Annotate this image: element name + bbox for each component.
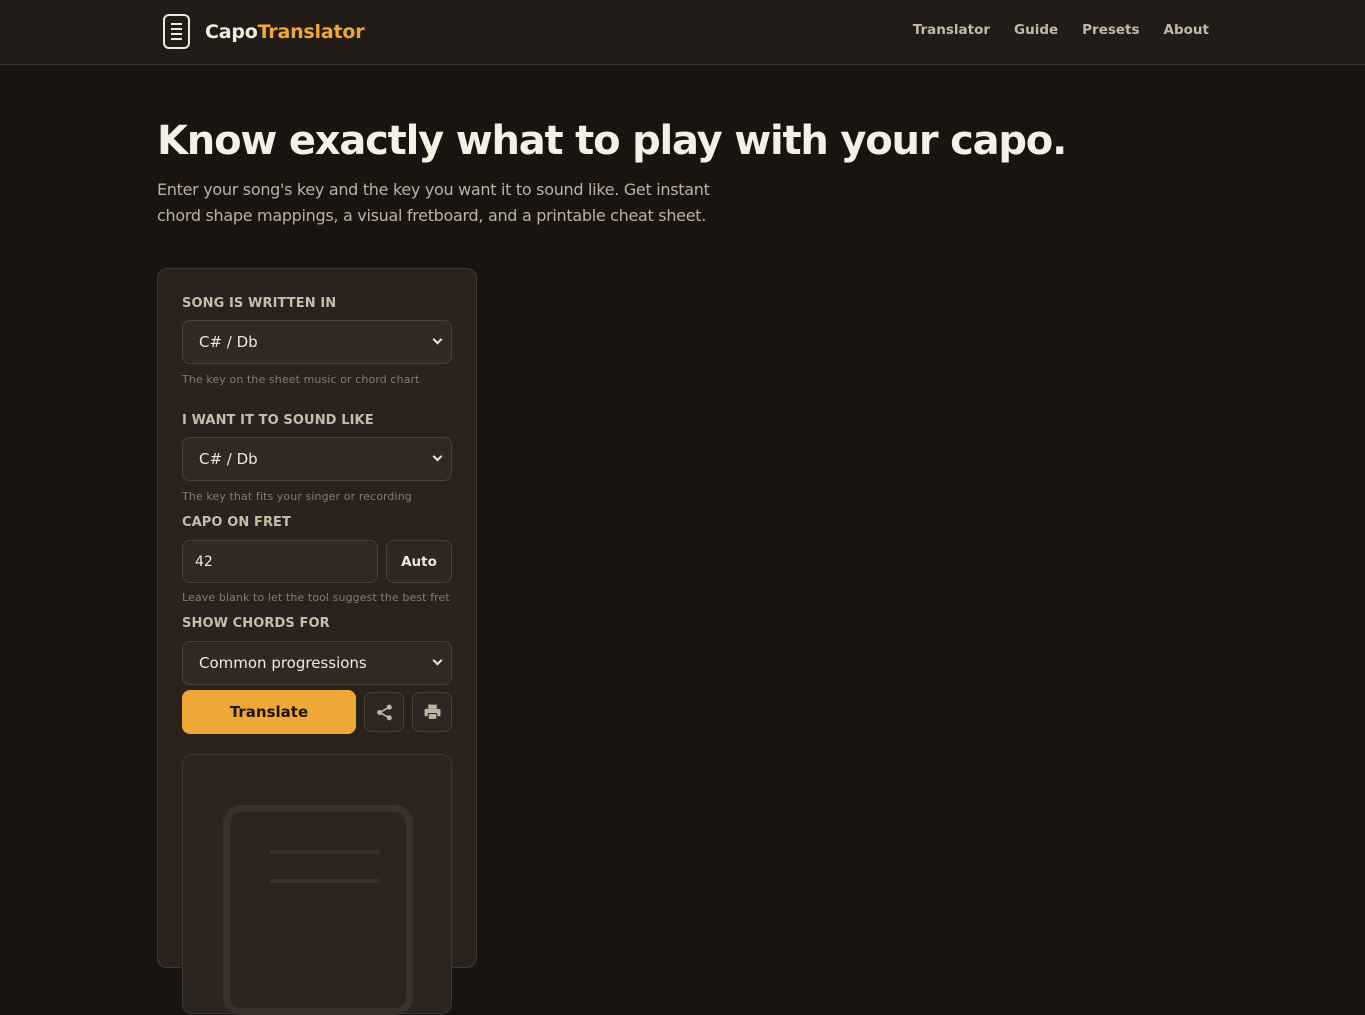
- document-placeholder-icon: [223, 805, 413, 1015]
- sound-key-label: I WANT IT TO SOUND LIKE: [182, 413, 374, 428]
- capo-fret-label: CAPO ON FRET: [182, 515, 292, 530]
- chevron-down-icon: [432, 451, 443, 462]
- brand-name: CapoTranslator: [205, 20, 365, 43]
- written-key-value: C# / Db: [199, 333, 258, 351]
- written-key-hint: The key on the sheet music or chord char…: [182, 373, 420, 386]
- nav-about-link[interactable]: About: [1164, 22, 1209, 38]
- brand-name-part1: Capo: [205, 20, 258, 43]
- written-key-select[interactable]: C# / Db: [182, 320, 452, 364]
- show-chords-select[interactable]: Common progressions: [182, 641, 452, 685]
- chevron-down-icon: [432, 334, 443, 345]
- sound-key-hint: The key that fits your singer or recordi…: [182, 490, 412, 503]
- brand-name-part2: Translator: [257, 20, 365, 43]
- nav-guide-link[interactable]: Guide: [1014, 22, 1058, 38]
- hero-subtitle: Enter your song's key and the key you wa…: [157, 180, 710, 225]
- translate-button[interactable]: Translate: [182, 690, 356, 734]
- nav-presets-link[interactable]: Presets: [1082, 22, 1139, 38]
- show-chords-label: SHOW CHORDS FOR: [182, 616, 330, 631]
- sound-key-select[interactable]: C# / Db: [182, 437, 452, 481]
- written-key-label: SONG IS WRITTEN IN: [182, 296, 337, 311]
- hero-title: Know exactly what to play with your capo…: [157, 118, 1067, 164]
- capo-fret-value: 42: [195, 553, 213, 570]
- cheat-sheet-preview-placeholder: [182, 754, 452, 1015]
- brand-logo[interactable]: CapoTranslator: [163, 14, 365, 49]
- capo-fret-input[interactable]: 42: [182, 540, 378, 583]
- printer-icon: [424, 704, 440, 720]
- sound-key-value: C# / Db: [199, 450, 258, 468]
- top-navigation-bar: CapoTranslator Translator Guide Presets …: [0, 0, 1365, 65]
- show-chords-value: Common progressions: [199, 654, 367, 672]
- auto-capo-button[interactable]: Auto: [386, 540, 452, 583]
- document-list-icon: [163, 14, 190, 49]
- main-nav: Translator Guide Presets About: [913, 22, 1209, 38]
- chevron-down-icon: [432, 655, 443, 666]
- share-icon: [376, 704, 392, 720]
- print-button[interactable]: [412, 692, 452, 732]
- nav-translator-link[interactable]: Translator: [913, 22, 990, 38]
- share-button[interactable]: [364, 692, 404, 732]
- translator-form-card: SONG IS WRITTEN IN C# / Db The key on th…: [157, 268, 477, 1015]
- capo-fret-hint: Leave blank to let the tool suggest the …: [182, 591, 450, 604]
